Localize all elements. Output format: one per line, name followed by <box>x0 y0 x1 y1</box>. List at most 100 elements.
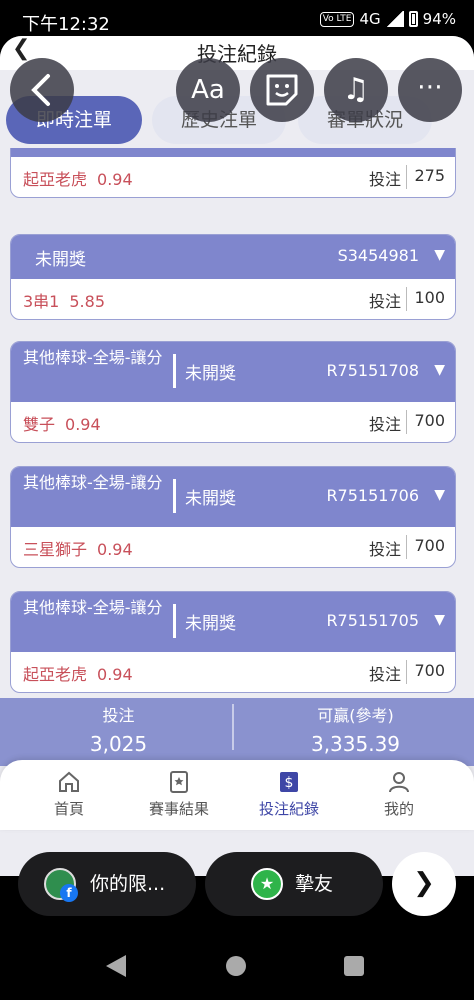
bet-amount: 700 <box>414 661 445 680</box>
bet-label: 投注 <box>368 170 401 189</box>
bet-odds: 0.94 <box>97 665 133 684</box>
bet-pick: 三星獅子 0.94 <box>23 540 133 559</box>
bet-pick: 起亞老虎 0.94 <box>23 170 133 189</box>
bet-odds: 0.94 <box>65 415 101 434</box>
chat-head-pill[interactable]: f 你的限... <box>18 852 196 916</box>
header-separator <box>173 604 176 638</box>
clock: 下午12:32 <box>22 14 110 35</box>
header-separator <box>173 479 176 513</box>
bet-card[interactable]: 其他棒球-全場-讓分 未開獎 R75151708 ▼ 雙子 0.94 投注 700 <box>10 341 456 443</box>
chevron-down-icon[interactable]: ▼ <box>434 247 445 263</box>
chevron-down-icon[interactable]: ▼ <box>434 362 445 378</box>
bet-amount: 700 <box>414 411 445 430</box>
nav-bet-records[interactable]: $ 投注紀錄 <box>234 770 344 819</box>
more-icon[interactable]: ⋯ <box>398 58 462 122</box>
bet-card[interactable]: 其他棒球-全場-讓分 未開獎 R75151705 ▼ 起亞老虎 0.94 投注 7… <box>10 591 456 693</box>
battery-icon <box>408 11 418 27</box>
nav-bet-records-label: 投注紀錄 <box>258 800 319 818</box>
facebook-icon: f <box>60 884 78 902</box>
bet-status: 未開獎 <box>35 250 86 270</box>
bet-card-header: 其他棒球-全場-讓分 未開獎 R75151708 ▼ <box>11 342 455 402</box>
summary-bet-label: 投注 <box>102 706 135 725</box>
bet-code: R75151705 <box>326 611 419 630</box>
divider <box>406 535 407 559</box>
close-friends-label: 摯友 <box>295 873 334 895</box>
bet-odds: 0.94 <box>97 170 133 189</box>
svg-text:$: $ <box>285 775 294 791</box>
system-recents-icon[interactable] <box>344 956 364 976</box>
bet-pick: 3串1 5.85 <box>23 292 105 311</box>
summary-divider <box>232 704 234 750</box>
chevron-right-icon[interactable]: ❯ <box>392 852 456 916</box>
divider <box>406 660 407 684</box>
bet-sport: 其他棒球-全場-讓分 <box>23 598 163 617</box>
bet-sport: 其他棒球-全場-讓分 <box>23 348 163 367</box>
bet-pick: 雙子 0.94 <box>23 415 101 434</box>
system-home-icon[interactable] <box>226 956 246 976</box>
home-icon <box>14 770 124 796</box>
divider <box>406 165 407 189</box>
user-icon <box>344 770 454 796</box>
bet-card-body: 起亞老虎 0.94 投注 275 <box>11 157 455 197</box>
battery-level: 94% <box>422 10 456 28</box>
bet-label: 投注 <box>368 665 401 684</box>
nav-profile[interactable]: 我的 <box>344 770 454 819</box>
status-icons: Vo LTE 4G 94% <box>319 10 456 28</box>
bet-odds: 5.85 <box>69 292 105 311</box>
divider <box>406 287 407 311</box>
summary-bet-value: 3,025 <box>89 732 148 756</box>
nav-home-label: 首頁 <box>53 800 84 818</box>
bet-summary: 投注 3,025 可贏(參考) 3,335.39 <box>0 698 474 766</box>
bet-card-body: 3串1 5.85 投注 100 <box>11 279 455 319</box>
bet-label: 投注 <box>368 540 401 559</box>
bet-status: 未開獎 <box>185 364 236 384</box>
divider <box>406 410 407 434</box>
nav-profile-label: 我的 <box>383 800 414 818</box>
chat-head-label: 你的限... <box>90 873 166 895</box>
bet-pick: 起亞老虎 0.94 <box>23 665 133 684</box>
overlay-back-button[interactable] <box>10 58 74 122</box>
bet-code: R75151706 <box>326 486 419 505</box>
bet-label: 投注 <box>368 415 401 434</box>
bet-amount: 700 <box>414 536 445 555</box>
bet-card-body: 三星獅子 0.94 投注 700 <box>11 527 455 567</box>
bet-amount: 100 <box>414 288 445 307</box>
chevron-down-icon[interactable]: ▼ <box>434 487 445 503</box>
chevron-down-icon[interactable]: ▼ <box>434 612 445 628</box>
bet-card-body: 雙子 0.94 投注 700 <box>11 402 455 442</box>
music-icon[interactable]: ♫ <box>324 58 388 122</box>
app-screen: ❮ 投注紀錄 即時注單 歷史注單 審單狀況 起亞老虎0.94 投注 275 未開… <box>0 36 474 876</box>
bet-amount: 275 <box>414 166 445 185</box>
bet-card: 起亞老虎 0.94 投注 275 <box>10 148 456 198</box>
bet-record-icon: $ <box>234 770 344 796</box>
summary-win: 可贏(參考) 3,335.39 <box>237 702 474 756</box>
system-back-icon[interactable] <box>106 955 126 977</box>
summary-win-value: 3,335.39 <box>310 732 401 756</box>
text-style-button[interactable]: Aa <box>176 58 240 122</box>
bet-card-header: 其他棒球-全場-讓分 未開獎 R75151705 ▼ <box>11 592 455 652</box>
sticker-icon[interactable] <box>250 58 314 122</box>
nav-results[interactable]: 賽事結果 <box>124 770 234 819</box>
close-friends-pill[interactable]: ★ 摯友 <box>205 852 383 916</box>
bet-status: 未開獎 <box>185 614 236 634</box>
bet-card[interactable]: 未開獎 S3454981 ▼ 3串1 5.85 投注 100 <box>10 234 456 320</box>
bet-code: R75151708 <box>326 361 419 380</box>
bet-odds: 0.94 <box>97 540 133 559</box>
bet-card-body: 起亞老虎 0.94 投注 700 <box>11 652 455 692</box>
bottom-nav: 首頁 賽事結果 $ 投注紀錄 我的 <box>0 760 474 830</box>
bet-card[interactable]: 其他棒球-全場-讓分 未開獎 R75151706 ▼ 三星獅子 0.94 投注 7… <box>10 466 456 568</box>
bet-label: 投注 <box>368 292 401 311</box>
nav-home[interactable]: 首頁 <box>14 770 124 819</box>
system-nav-bar <box>0 930 474 1000</box>
header-separator <box>173 354 176 388</box>
results-icon <box>124 770 234 796</box>
bet-card-header: 未開獎 S3454981 ▼ <box>11 235 455 279</box>
summary-bet: 投注 3,025 <box>0 702 237 756</box>
bet-list[interactable]: 起亞老虎 0.94 投注 275 未開獎 S3454981 ▼ 3串1 5.85 投… <box>0 148 474 698</box>
nav-results-label: 賽事結果 <box>148 800 209 818</box>
star-icon: ★ <box>251 868 283 900</box>
bet-code: S3454981 <box>337 246 419 265</box>
bet-card-header <box>11 148 455 157</box>
volte-icon: Vo LTE <box>319 11 355 27</box>
bet-sport: 其他棒球-全場-讓分 <box>23 473 163 492</box>
